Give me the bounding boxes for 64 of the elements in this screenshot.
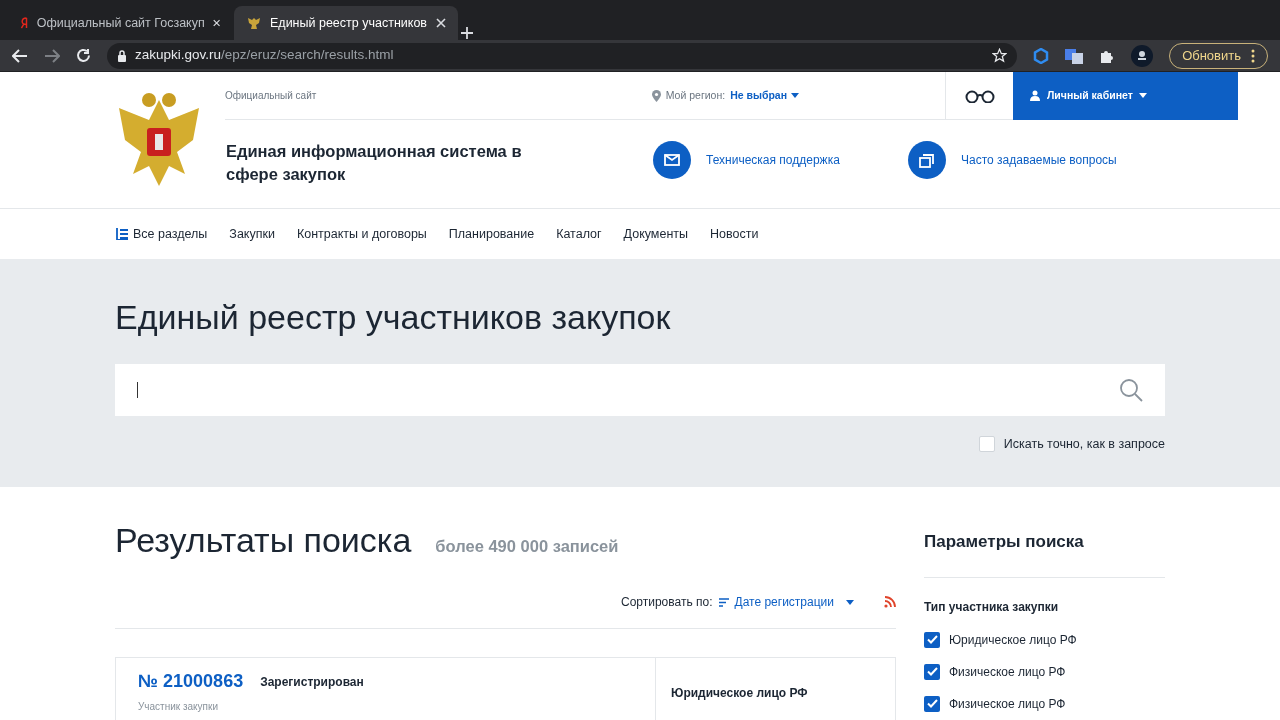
nav-link[interactable]: Закупки: [229, 224, 275, 244]
region-label: Мой регион:: [665, 87, 726, 103]
site-title: Единая информационная система в сфере закупок: [226, 141, 523, 185]
sort-label: Сортировать по:: [621, 594, 713, 611]
back-arrow-icon[interactable]: [12, 48, 28, 63]
nav-link[interactable]: Все разделы: [116, 224, 208, 244]
hexagon-icon[interactable]: [1033, 47, 1050, 64]
address-bar[interactable]: zakupki.gov.ru/epz/eruz/search/results.html: [107, 42, 1018, 69]
results-count: более 490 000 записей: [435, 536, 619, 557]
field-label: Участник закупки: [138, 701, 219, 713]
checkbox-label: Физическое лицо РФ: [949, 663, 1066, 681]
checkbox[interactable]: [924, 631, 940, 648]
url-text: zakupki.gov.ru/epz/eruz/search/results.html: [135, 46, 394, 65]
params-heading: Параметры поиска: [924, 531, 1085, 553]
caret-icon: [1138, 93, 1147, 98]
checkbox[interactable]: [924, 695, 940, 712]
copy-squares-icon[interactable]: [908, 141, 946, 179]
results-heading: Результаты поиска: [115, 520, 412, 561]
more-icon[interactable]: [1251, 48, 1255, 63]
caret-icon: [846, 599, 854, 605]
profile-avatar-icon[interactable]: [1131, 44, 1154, 67]
browser-tab[interactable]: Официальный сайт Госзакуп: [8, 6, 232, 40]
close-icon[interactable]: [212, 18, 220, 28]
official-site-label: Официальный сайт: [225, 89, 317, 103]
nav-link[interactable]: Каталог: [556, 224, 602, 244]
personal-cabinet-button[interactable]: Личный кабинет: [1013, 71, 1238, 120]
filter-group-title: Тип участника закупки: [924, 598, 1060, 616]
faq-link[interactable]: Часто задаваемые вопросы: [961, 151, 1117, 169]
checkbox[interactable]: [978, 436, 995, 453]
record-number-link[interactable]: № 21000863: [138, 668, 244, 695]
support-link[interactable]: Техническая поддержка: [706, 151, 840, 169]
sort-icon: [718, 597, 729, 607]
close-icon[interactable]: [436, 18, 446, 28]
nav-link[interactable]: Новости: [710, 224, 759, 244]
checkbox-label: Юридическое лицо РФ: [949, 631, 1077, 649]
user-icon: [1030, 90, 1041, 101]
page-heading: Единый реестр участников закупок: [115, 297, 672, 337]
glasses-icon: [963, 88, 996, 103]
caret-icon: [791, 93, 799, 98]
checkbox-label: Искать точно, как в запросе: [1003, 436, 1165, 453]
status-text: Зарегистрирован: [260, 673, 364, 691]
forward-arrow-icon[interactable]: [44, 48, 60, 63]
location-pin-icon: [651, 89, 661, 102]
letter-logo-icon: [20, 15, 29, 31]
plus-icon[interactable]: [460, 26, 474, 40]
tab-title: Единый реестр участников: [270, 14, 428, 32]
star-icon[interactable]: [992, 48, 1008, 63]
tab-title: Официальный сайт Госзакуп: [36, 14, 205, 32]
checkbox[interactable]: [924, 663, 940, 680]
participant-type: Юридическое лицо РФ: [671, 686, 808, 700]
mail-icon[interactable]: [653, 141, 691, 179]
search-icon[interactable]: [1119, 378, 1143, 402]
search-field[interactable]: [115, 364, 1165, 416]
checkbox-label: Физическое лицо РФ: [949, 695, 1066, 713]
lock-icon: [117, 49, 127, 62]
nav-link[interactable]: Планирование: [448, 224, 535, 244]
sections-list-icon: [116, 228, 128, 240]
rss-icon[interactable]: [884, 596, 896, 608]
nav-link[interactable]: Документы: [623, 224, 689, 244]
region-link[interactable]: Не выбран: [730, 87, 799, 104]
browser-tab[interactable]: Единый реестр участников: [234, 6, 458, 40]
reload-icon[interactable]: [76, 48, 91, 63]
nav-link[interactable]: Контракты и договоры: [296, 224, 427, 244]
sort-dropdown[interactable]: Дате регистрации: [718, 593, 854, 611]
